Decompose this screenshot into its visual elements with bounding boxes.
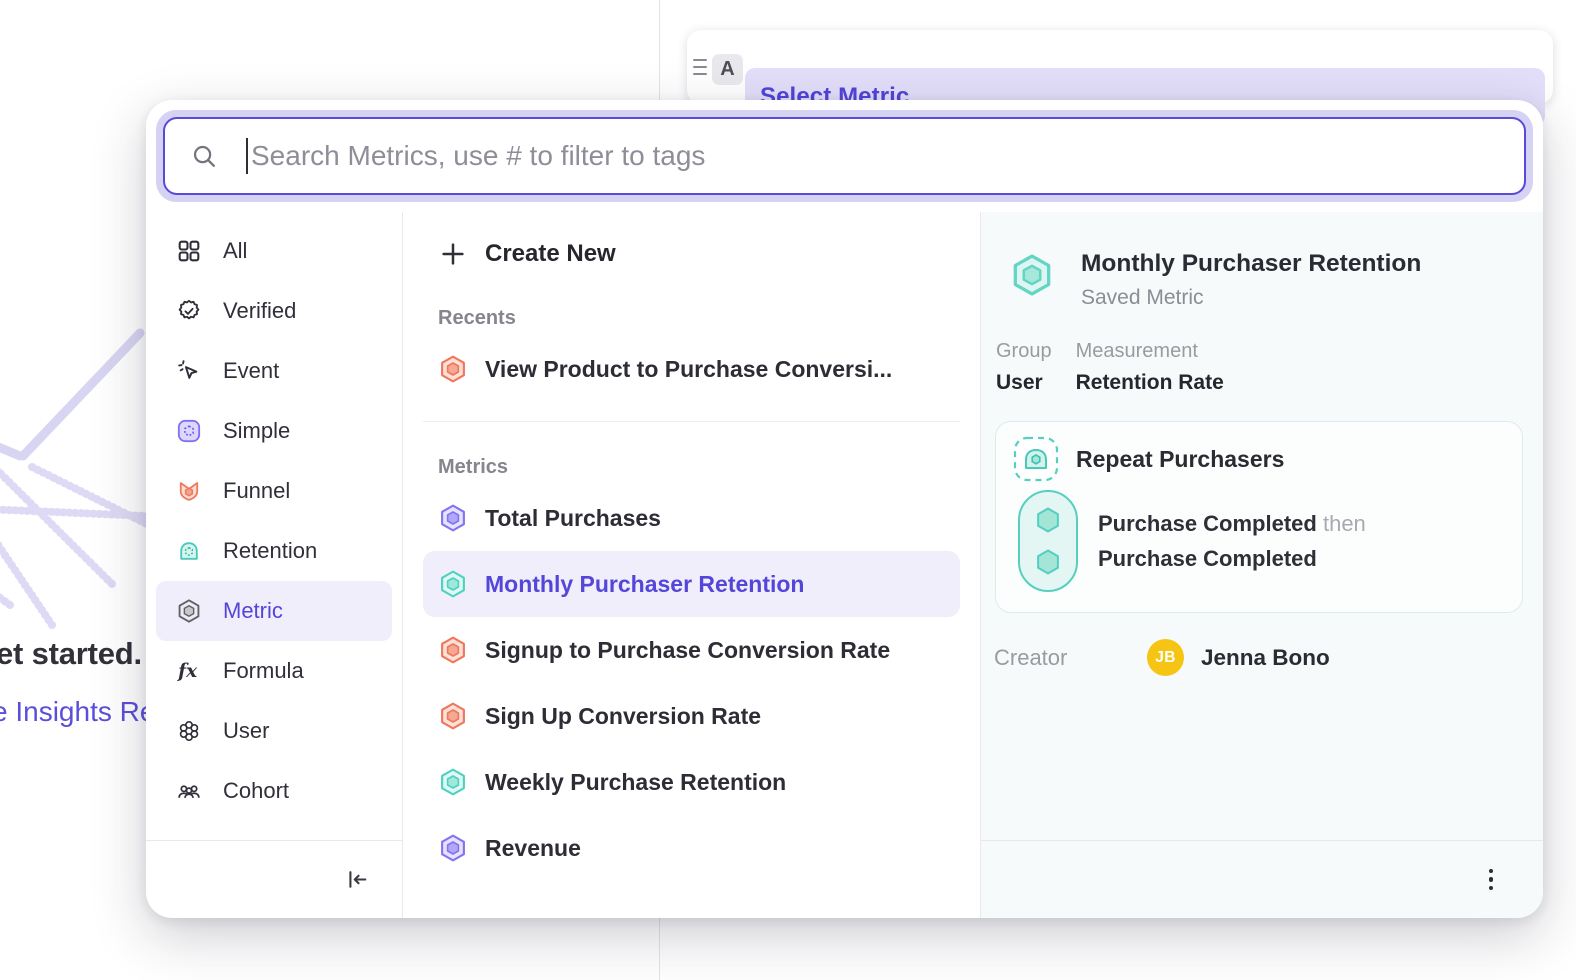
sidebar-item-label: Funnel [223, 478, 290, 504]
funnel-metric-hexagon-icon [438, 354, 468, 384]
svg-text:fx: fx [176, 661, 198, 682]
drag-handle-icon[interactable] [693, 59, 707, 75]
recent-item[interactable]: View Product to Purchase Conversi... [423, 336, 960, 402]
filter-sidebar: All Verified Event [146, 212, 403, 918]
simple-metric-icon [176, 418, 202, 444]
metric-item[interactable]: Sign Up Conversion Rate [423, 683, 960, 749]
sidebar-item-label: Cohort [223, 778, 289, 804]
funnel-icon [176, 478, 202, 504]
step-connector: then [1323, 511, 1366, 536]
metric-hexagon-icon [438, 569, 468, 599]
query-letter-badge: A [712, 54, 743, 85]
creator-name: Jenna Bono [1201, 645, 1330, 671]
group-label: Group [996, 340, 1052, 363]
metric-picker-modal: All Verified Event [146, 100, 1543, 918]
metric-item-label: Sign Up Conversion Rate [485, 703, 761, 730]
search-field[interactable] [163, 117, 1526, 195]
metric-hexagon-icon [438, 833, 468, 863]
metrics-header: Metrics [438, 456, 960, 479]
search-input[interactable] [251, 140, 1498, 172]
recent-item-label: View Product to Purchase Conversi... [485, 356, 892, 383]
metric-item[interactable]: Weekly Purchase Retention [423, 749, 960, 815]
metric-item-selected[interactable]: Monthly Purchaser Retention [423, 551, 960, 617]
metric-hexagon-icon [1009, 252, 1055, 298]
measurement-label: Measurement [1076, 340, 1224, 363]
search-focus-ring [156, 110, 1533, 202]
formula-fx-icon: fx [176, 658, 202, 684]
background-report-link-fragment[interactable]: e Insights Re [0, 696, 155, 728]
detail-meta: Group User Measurement Retention Rate [981, 310, 1543, 395]
sidebar-item-label: User [223, 718, 269, 744]
user-cluster-icon [176, 718, 202, 744]
sidebar-item-label: Metric [223, 598, 283, 624]
plus-icon [438, 239, 468, 269]
create-new-label: Create New [485, 240, 616, 268]
list-divider [423, 421, 960, 422]
detail-footer [981, 840, 1543, 918]
sidebar-footer [146, 840, 402, 918]
group-value: User [996, 371, 1052, 395]
sidebar-item-event[interactable]: Event [156, 341, 392, 401]
sidebar-item-label: Retention [223, 538, 317, 564]
sidebar-item-formula[interactable]: fx Formula [156, 641, 392, 701]
sidebar-item-label: Event [223, 358, 279, 384]
metric-hexagon-icon [438, 701, 468, 731]
metric-query-row: A Select Metric [687, 30, 1553, 104]
recents-header: Recents [438, 307, 960, 330]
metric-hexagon-icon [176, 598, 202, 624]
sidebar-item-label: Verified [223, 298, 296, 324]
card-title: Repeat Purchasers [1076, 446, 1284, 473]
sidebar-item-user[interactable]: User [156, 701, 392, 761]
kebab-menu-icon[interactable] [1483, 863, 1500, 897]
cursor-spark-icon [176, 358, 202, 384]
creator-label: Creator [994, 645, 1147, 671]
metric-item-label: Weekly Purchase Retention [485, 769, 786, 796]
metric-item[interactable]: Signup to Purchase Conversion Rate [423, 617, 960, 683]
sidebar-item-label: Formula [223, 658, 304, 684]
grid-icon [176, 238, 202, 264]
background-heading-fragment: et started. [0, 636, 142, 672]
sidebar-item-label: All [223, 238, 247, 264]
retention-icon [176, 538, 202, 564]
measurement-value: Retention Rate [1076, 371, 1224, 395]
creator-avatar: JB [1147, 639, 1184, 676]
sidebar-item-retention[interactable]: Retention [156, 521, 392, 581]
sidebar-item-metric[interactable]: Metric [156, 581, 392, 641]
cohort-people-icon [176, 778, 202, 804]
creator-row: Creator JB Jenna Bono [981, 613, 1543, 676]
step1-event: Purchase Completed [1098, 511, 1317, 536]
metric-item-label: Signup to Purchase Conversion Rate [485, 637, 890, 664]
detail-header: Monthly Purchaser Retention Saved Metric [981, 212, 1543, 310]
metric-item-label: Total Purchases [485, 505, 661, 532]
create-new-button[interactable]: Create New [423, 222, 960, 286]
metric-item-label: Monthly Purchaser Retention [485, 571, 804, 598]
metric-list-panel: Create New Recents View Product to Purch… [403, 212, 981, 918]
event-sequence-capsule [1018, 490, 1078, 592]
step2-event: Purchase Completed [1098, 546, 1366, 572]
metric-hexagon-icon [438, 503, 468, 533]
sidebar-item-label: Simple [223, 418, 290, 444]
metric-item-label: Revenue [485, 835, 581, 862]
metric-hexagon-icon [438, 635, 468, 665]
saved-metric-definition-card: Repeat Purchasers Purchase Completed [995, 421, 1523, 613]
event-hexagon-icon [1033, 547, 1063, 577]
search-icon [191, 143, 218, 170]
retention-bookmark-dashed-icon [1012, 435, 1060, 483]
verified-badge-icon [176, 298, 202, 324]
sidebar-item-cohort[interactable]: Cohort [156, 761, 392, 821]
sidebar-item-funnel[interactable]: Funnel [156, 461, 392, 521]
metric-item[interactable]: Revenue [423, 815, 960, 881]
text-caret [246, 138, 248, 174]
sidebar-item-simple[interactable]: Simple [156, 401, 392, 461]
sidebar-item-verified[interactable]: Verified [156, 281, 392, 341]
sidebar-item-all[interactable]: All [156, 221, 392, 281]
detail-title: Monthly Purchaser Retention [1081, 250, 1421, 278]
detail-subtitle: Saved Metric [1081, 286, 1421, 310]
collapse-left-icon[interactable] [345, 867, 370, 892]
metric-hexagon-icon [438, 767, 468, 797]
event-hexagon-icon [1033, 505, 1063, 535]
metric-item[interactable]: Total Purchases [423, 485, 960, 551]
metric-detail-panel: Monthly Purchaser Retention Saved Metric… [981, 212, 1543, 918]
